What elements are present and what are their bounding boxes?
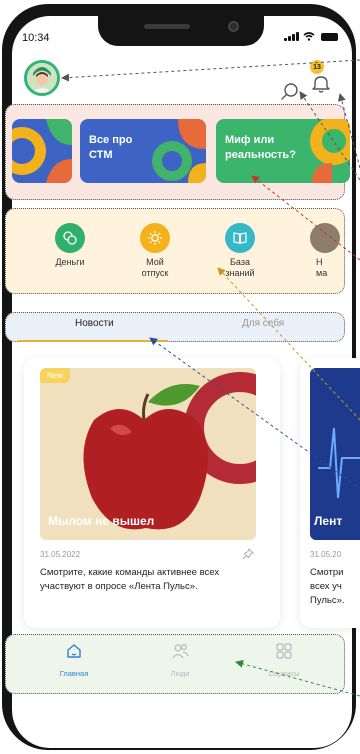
notification-badge: 13 (310, 60, 324, 74)
book-icon (225, 223, 255, 253)
item-icon (310, 223, 340, 253)
banner-myth[interactable]: Миф или реальность? (216, 119, 350, 183)
news-card-image: Лент (310, 368, 360, 540)
feed-tabs (5, 312, 345, 342)
nav-services[interactable]: Сервисы (244, 642, 324, 678)
banner-stm[interactable]: Все про СТМ (80, 119, 206, 183)
status-time: 10:34 (22, 32, 50, 44)
news-card-title: Мылом не вышел (48, 514, 155, 528)
quick-action-label: Мой отпуск (141, 257, 169, 278)
sun-icon (140, 223, 170, 253)
banner-label: Все про СТМ (89, 134, 133, 161)
new-badge: New (40, 368, 71, 383)
quick-action-vacation[interactable]: Мой отпуск (115, 223, 195, 279)
wifi-icon (303, 32, 315, 41)
quick-action-money[interactable]: Деньги (30, 223, 110, 268)
news-card-partial[interactable]: Лент 31.05.20 Смотри всех уч Пульс». (300, 358, 360, 628)
quick-action-partial[interactable]: Н ма (286, 223, 346, 279)
banners-carousel[interactable]: Все про СТМ Миф или реальность? (5, 104, 350, 200)
tab-for-yourself[interactable]: Для себя (242, 318, 284, 329)
speaker (144, 24, 190, 29)
tab-news[interactable]: Новости (75, 318, 114, 329)
news-card[interactable]: New Мылом не вышел 31.05.2022 Смотрите, … (24, 358, 280, 628)
battery-icon (321, 33, 338, 41)
news-card-date: 31.05.20 (310, 550, 342, 559)
news-card-title: Лент (314, 514, 343, 528)
bell-icon[interactable] (309, 72, 333, 96)
quick-action-label: База знаний (225, 257, 255, 278)
quick-action-label: Деньги (55, 257, 85, 267)
people-icon (172, 643, 189, 659)
nav-people[interactable]: Люди (140, 642, 220, 678)
news-card-text: Смотри всех уч Пульс». (310, 567, 345, 606)
news-card-date: 31.05.2022 (40, 550, 81, 559)
status-icons (284, 32, 338, 41)
banner-label: Миф или реальность? (225, 134, 296, 161)
news-card-image: New Мылом не вышел (40, 368, 256, 540)
nav-label: Главная (59, 669, 89, 678)
banner-pattern (12, 119, 72, 183)
avatar[interactable] (24, 60, 60, 96)
news-card-text: Смотрите, какие команды активнее всех уч… (40, 567, 220, 592)
avatar-photo (27, 63, 57, 93)
pin-icon[interactable] (242, 548, 254, 560)
camera (228, 21, 239, 32)
phone-notch (98, 16, 264, 46)
active-tab-indicator (18, 340, 168, 342)
search-icon[interactable] (278, 80, 302, 104)
wallet-icon (55, 223, 85, 253)
banner-partial[interactable] (12, 119, 72, 183)
app-layer: 10:34 13 Все про СТМ Миф или реальность?… (0, 0, 360, 754)
home-icon (67, 644, 81, 658)
nav-label: Сервисы (268, 669, 300, 678)
nav-label: Люди (170, 669, 190, 678)
quick-action-knowledge-base[interactable]: База знаний (200, 223, 280, 279)
signal-icon (284, 32, 299, 41)
grid-icon (276, 643, 292, 659)
quick-actions: Деньги Мой отпуск База знаний Н ма (5, 208, 345, 294)
quick-action-label: Н ма (316, 257, 328, 278)
nav-home[interactable]: Главная (34, 642, 114, 678)
